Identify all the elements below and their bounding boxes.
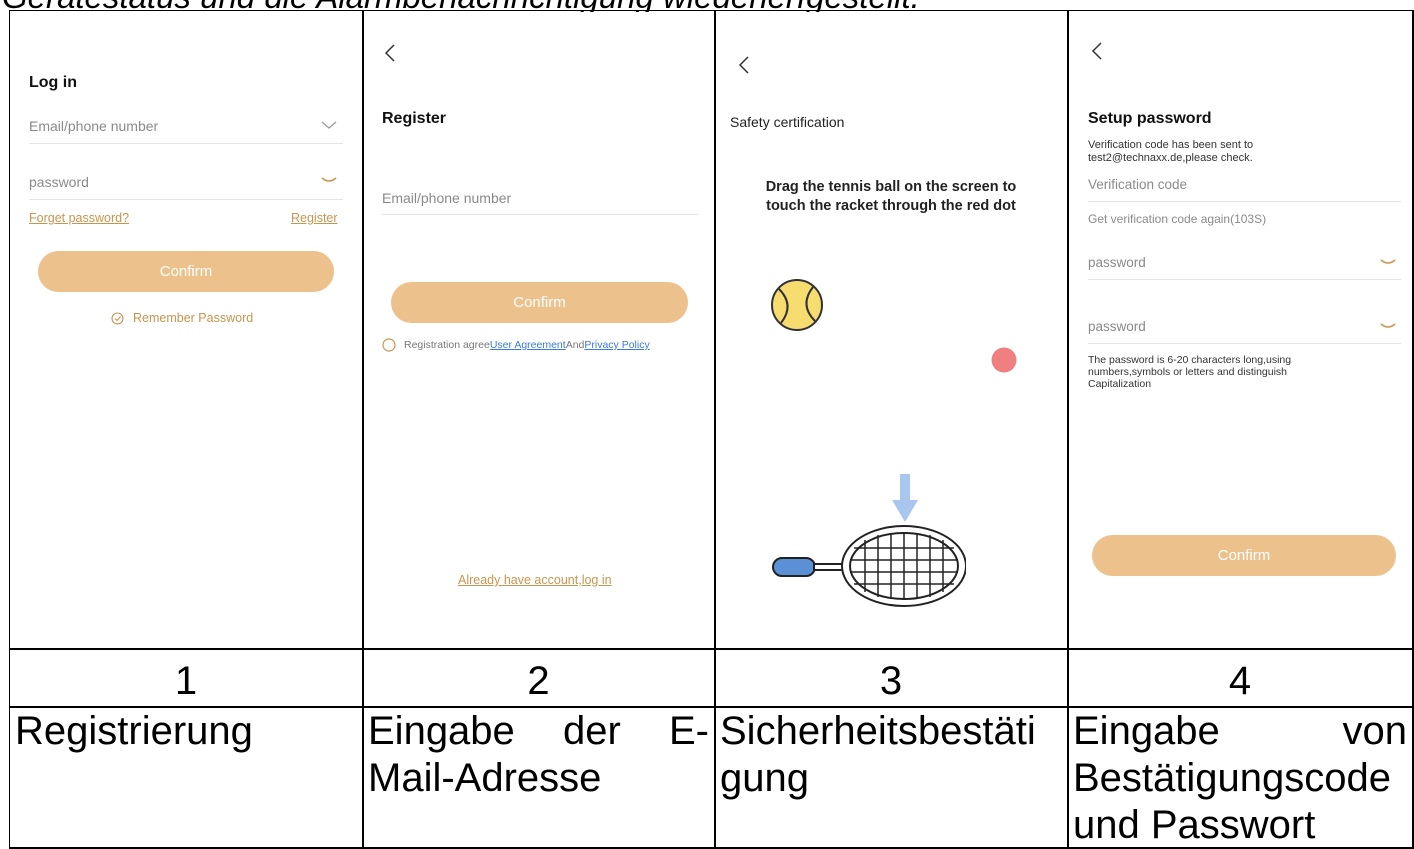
- instruction-line: Drag the tennis ball on the screen to: [765, 179, 1017, 195]
- confirm-button[interactable]: Confirm: [391, 282, 688, 323]
- instruction-line: touch the racket through the red dot: [766, 198, 1016, 214]
- email-field[interactable]: Email/phone number: [29, 118, 158, 134]
- eye-closed-icon[interactable]: [1380, 322, 1396, 330]
- step-number: 4: [1228, 659, 1252, 703]
- eye-closed-icon[interactable]: [1380, 258, 1396, 266]
- caption-text: Registrierung: [15, 709, 253, 753]
- check-circle-icon[interactable]: [111, 312, 124, 325]
- hint-line: Capitalization: [1088, 378, 1152, 390]
- privacy-policy-link[interactable]: Privacy Policy: [584, 339, 649, 351]
- login-link[interactable]: Already have account,log in: [458, 573, 612, 587]
- password-underline: [29, 199, 343, 200]
- confirm-password-field[interactable]: password: [1088, 319, 1146, 334]
- step-number: 2: [527, 659, 550, 703]
- verification-code-field[interactable]: Verification code: [1088, 177, 1187, 192]
- caption-line: gung: [720, 756, 809, 800]
- safety-instruction: Drag the tennis ball on the screen to to…: [716, 178, 1066, 216]
- back-arrow-icon[interactable]: [384, 44, 396, 62]
- caption-line: und Passwort: [1073, 803, 1316, 847]
- table-divider: [1412, 10, 1414, 849]
- email-underline: [29, 143, 343, 144]
- caption-line: Eingabe der E-: [368, 709, 709, 753]
- agree-radio[interactable]: [382, 338, 396, 352]
- login-title: Log in: [29, 74, 77, 91]
- confirm-button[interactable]: Confirm: [1092, 535, 1396, 576]
- register-title: Register: [382, 110, 447, 127]
- agreement-text: Registration agreeUser AgreementAndPriva…: [404, 339, 650, 351]
- step-number: 1: [174, 659, 198, 703]
- login-screen: Log in Email/phone number password Forge…: [11, 12, 361, 648]
- password-field[interactable]: password: [1088, 255, 1146, 270]
- back-arrow-icon[interactable]: [1091, 42, 1103, 60]
- email-underline: [382, 214, 698, 215]
- resend-code-link[interactable]: Get verification code again(103S): [1088, 212, 1266, 226]
- hint-line: The password is 6-20 characters long,usi…: [1088, 354, 1292, 366]
- password-underline: [1088, 279, 1401, 280]
- eye-closed-icon[interactable]: [321, 176, 337, 184]
- tennis-ball-icon[interactable]: [769, 277, 825, 333]
- code-sent-line: test2@technaxx.de,please check.: [1088, 152, 1253, 164]
- code-sent-line: Verification code has been sent to: [1088, 139, 1254, 151]
- setup-title: Setup password: [1088, 110, 1212, 127]
- setup-password-screen: Setup password Verification code has bee…: [1069, 12, 1411, 648]
- chevron-down-icon[interactable]: [321, 120, 337, 130]
- racket-icon: [772, 525, 966, 607]
- agree-and: And: [565, 339, 585, 351]
- back-arrow-icon[interactable]: [738, 56, 750, 74]
- agree-prefix: Registration agree: [404, 339, 490, 351]
- password-hint: The password is 6-20 characters long,usi…: [1088, 354, 1291, 390]
- remember-password-label[interactable]: Remember Password: [133, 311, 253, 325]
- arrow-down-icon: [892, 474, 918, 522]
- step-caption: Eingabe der E- Mail-Adresse: [364, 708, 713, 848]
- confirm-button[interactable]: Confirm: [38, 251, 334, 292]
- code-underline: [1088, 201, 1401, 202]
- user-agreement-link[interactable]: User Agreement: [490, 339, 566, 351]
- safety-screen: Safety certification Drag the tennis bal…: [716, 12, 1066, 648]
- caption-line: Sicherheitsbestäti: [720, 709, 1036, 753]
- caption-line: Eingabe von: [1073, 709, 1407, 753]
- red-dot-target: [991, 347, 1017, 373]
- email-field[interactable]: Email/phone number: [382, 190, 511, 206]
- password-field[interactable]: password: [29, 174, 89, 190]
- hint-line: numbers,symbols or letters and distingui…: [1088, 366, 1288, 378]
- step-caption: Eingabe von Bestätigungscode und Passwor…: [1069, 708, 1411, 848]
- register-screen: Register Email/phone number Confirm Regi…: [364, 12, 713, 648]
- step-number: 3: [879, 659, 903, 703]
- register-link[interactable]: Register: [291, 211, 338, 225]
- step-caption: Sicherheitsbestäti gung: [716, 708, 1066, 848]
- step-caption: Registrierung: [11, 708, 361, 848]
- code-sent-text: Verification code has been sent to test2…: [1088, 139, 1253, 165]
- safety-title: Safety certification: [730, 114, 845, 130]
- caption-line: Mail-Adresse: [368, 756, 602, 800]
- forget-password-link[interactable]: Forget password?: [29, 211, 129, 225]
- password-underline: [1088, 343, 1401, 344]
- caption-line: Bestätigungscode: [1073, 756, 1392, 800]
